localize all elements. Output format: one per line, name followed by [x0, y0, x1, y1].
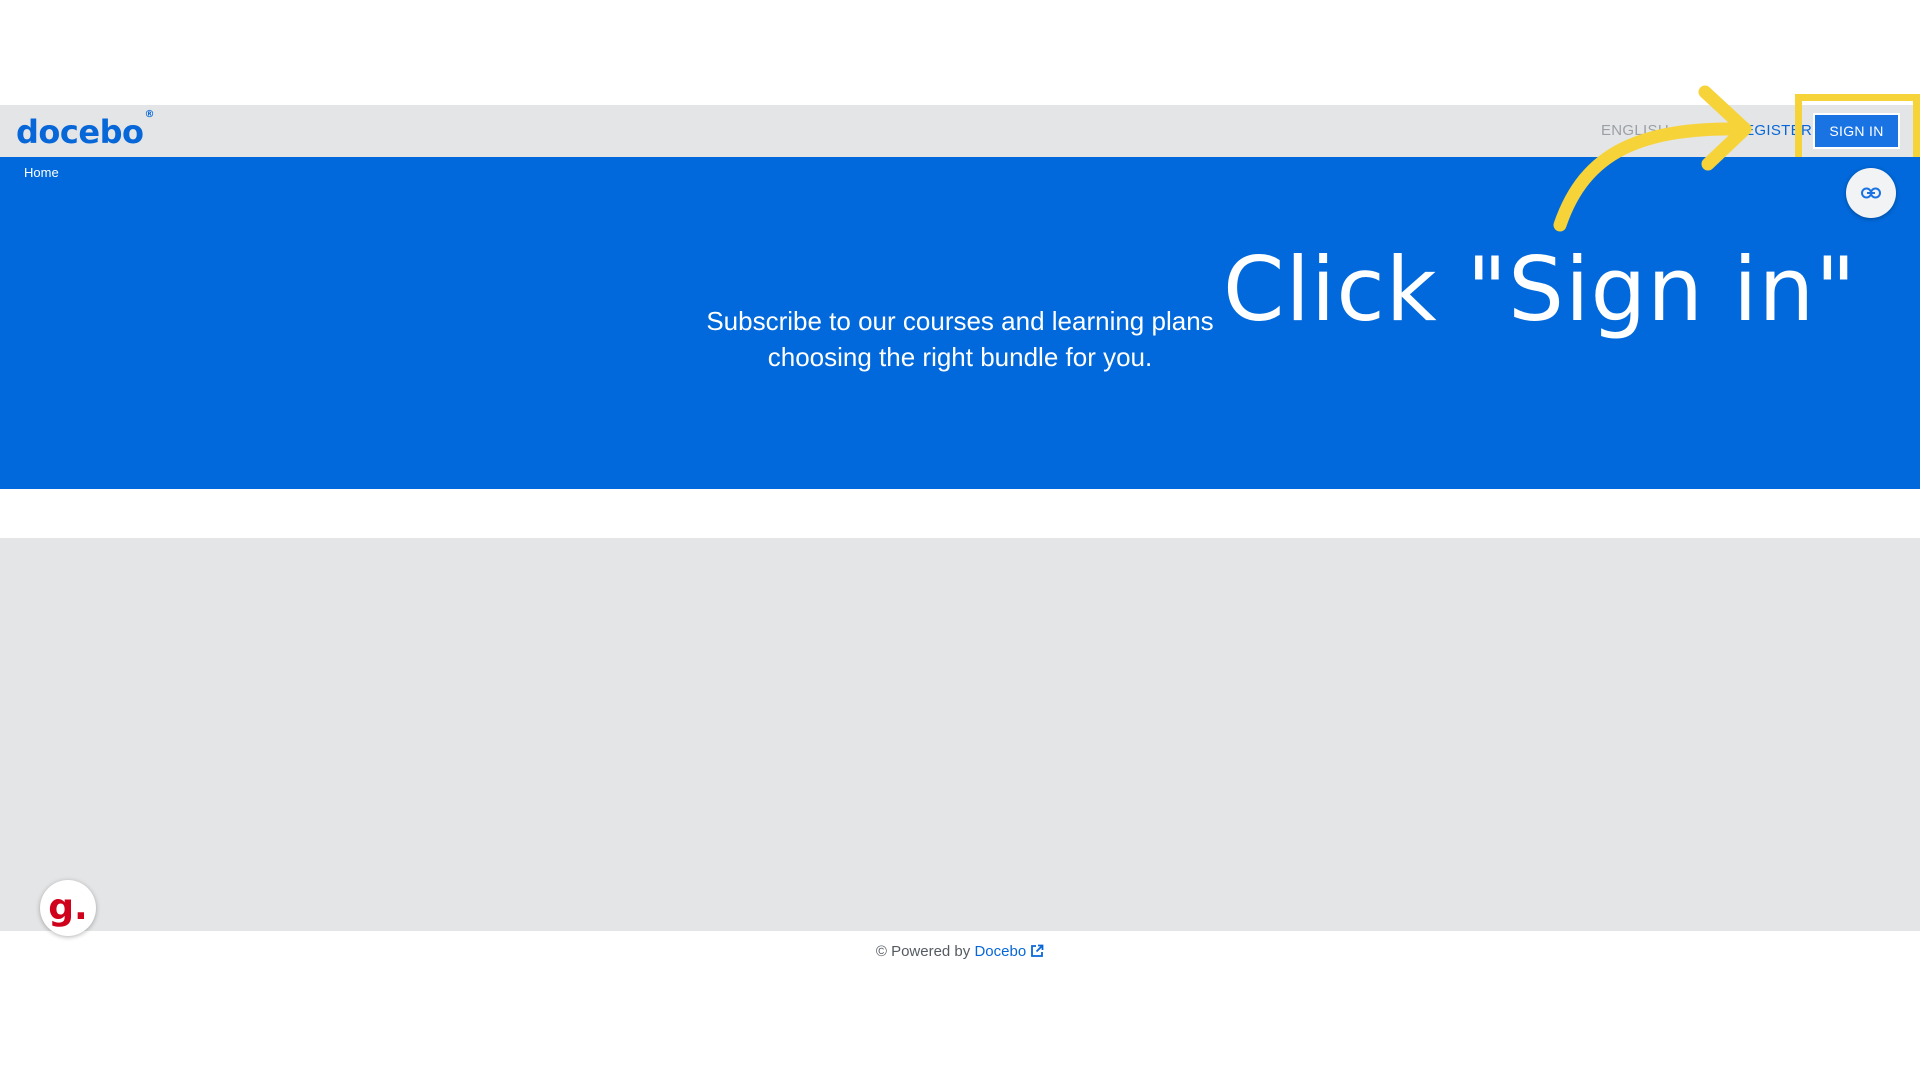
page: docebo® ENGLISH REGISTER SIGN IN Home Su… — [0, 0, 1920, 1080]
instruction-callout: Click "Sign in" — [1223, 238, 1857, 341]
logo-text: docebo — [16, 113, 144, 151]
docebo-logo[interactable]: docebo® — [16, 109, 154, 151]
powered-by-text: © Powered by — [875, 943, 971, 960]
hero-line-2: choosing the right bundle for you. — [767, 342, 1153, 372]
docebo-link-text: Docebo — [974, 943, 1027, 960]
docebo-footer-link[interactable]: Docebo — [974, 943, 1044, 960]
curved-arrow-icon — [1553, 85, 1752, 232]
footer: © Powered by Docebo — [0, 931, 1920, 976]
copy-link-button[interactable] — [1846, 168, 1896, 218]
breadcrumb-home[interactable]: Home — [24, 165, 59, 180]
external-link-icon — [1031, 944, 1044, 957]
logo-registered-mark: ® — [144, 109, 154, 121]
grammarly-widget-button[interactable]: g. — [40, 880, 96, 936]
sign-in-button[interactable]: SIGN IN — [1813, 113, 1900, 149]
link-icon — [1861, 187, 1881, 199]
content-area — [0, 538, 1920, 931]
